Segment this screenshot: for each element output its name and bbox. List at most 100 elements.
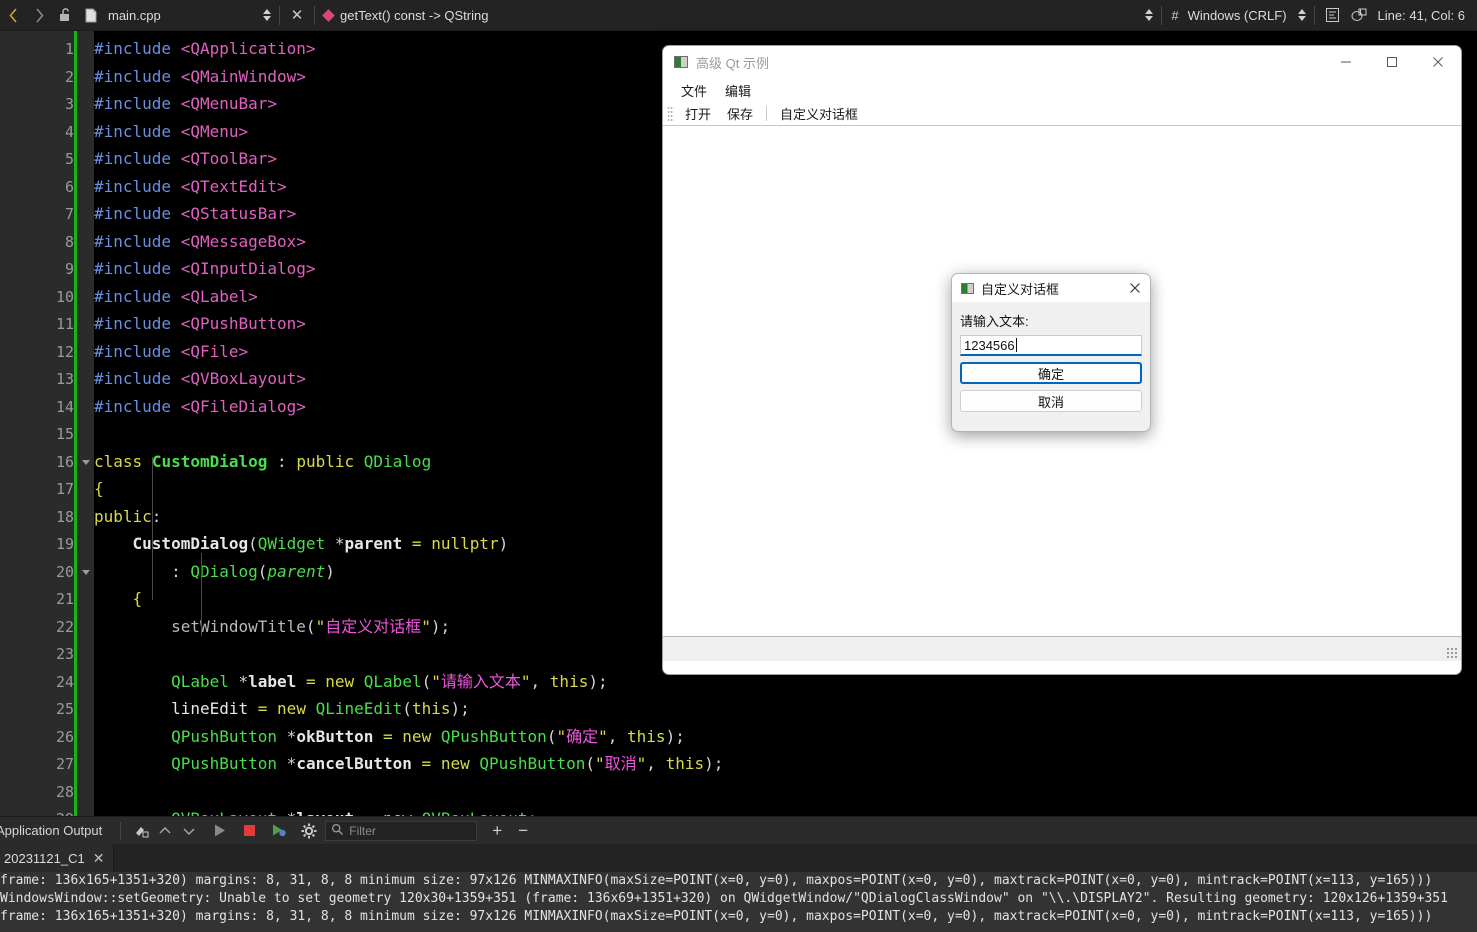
dialog-ok-button[interactable]: 确定 [960,362,1142,384]
divider [766,106,768,121]
toolbar-drag-handle[interactable] [667,105,674,122]
unlocked-padlock-icon[interactable] [52,0,78,31]
symbol-dropdown-spinner[interactable] [1142,9,1156,21]
qt-statusbar [663,636,1461,661]
dialog-title: 自定义对话框 [981,281,1060,297]
code-line: : QDialog(parent) [171,561,335,581]
code-line: setWindowTitle("自定义对话框"); [171,616,451,636]
encoding-hash-icon: # [1171,7,1179,23]
run-debug-icon[interactable] [267,817,291,845]
line-number: 19 [55,535,74,553]
line-number: 7 [64,205,74,223]
line-number: 23 [55,645,74,663]
run-icon[interactable] [207,817,231,845]
back-icon[interactable] [0,0,26,31]
dialog-text-input[interactable]: 1234566 [960,335,1142,356]
line-number: 25 [55,700,74,718]
close-icon[interactable] [1415,46,1461,78]
line-number: 20 [55,562,74,581]
ide-toolbar: main.cpp ✕ getText() const -> QString # … [0,0,1477,31]
qt-menu-edit[interactable]: 编辑 [716,79,760,102]
close-icon[interactable] [1120,274,1150,302]
dialog-body: 请输入文本: 1234566 确定 取消 [952,302,1150,412]
code-line: #include <QInputDialog> [94,259,316,278]
forward-icon[interactable] [26,0,52,31]
qt-window-titlebar[interactable]: 高级 Qt 示例 [663,46,1461,78]
resize-grip-icon[interactable] [1446,647,1458,659]
qt-menu-file[interactable]: 文件 [672,79,716,102]
filter-input[interactable]: Filter [325,820,478,841]
code-line: #include <QLabel> [94,286,258,306]
qt-app-icon [674,56,688,68]
line-number: 13 [55,370,74,388]
code-line: { [132,589,143,608]
minimize-icon[interactable] [1323,46,1369,78]
prev-item-icon[interactable] [153,817,177,845]
method-diamond-icon [322,8,335,22]
code-line: #include <QToolBar> [94,149,278,168]
line-number: 8 [64,232,74,251]
file-icon [82,0,100,31]
dialog-titlebar[interactable]: 自定义对话框 [952,274,1150,302]
line-number-gutter: 1 2 3 4 5 6 7 8 9 10 11 12 13 14 15 16 17 18 19 20 21 22 23 24 2… [0,31,74,816]
close-file-button[interactable]: ✕ [285,0,309,31]
code-line: QLabel *label = new QLabel("请输入文本", this… [171,671,608,691]
code-folding-column[interactable] [77,31,94,816]
qt-toolbar-save[interactable]: 保存 [719,103,761,124]
symbol-selector[interactable]: getText() const -> QString [320,8,488,23]
custom-dialog[interactable]: 自定义对话框 请输入文本: 1234566 确定 取消 [951,273,1151,432]
add-filter-button[interactable]: + [487,817,507,845]
line-number: 1 [64,40,74,58]
fold-toggle-icon[interactable] [82,459,90,465]
code-line: lineEdit = new QLineEdit(this); [171,699,470,718]
file-selector[interactable]: main.cpp [78,0,274,31]
code-line: #include <QFile> [94,341,249,361]
output-tab[interactable]: 20231121_C1 ✕ [0,844,115,872]
divider [1313,5,1315,25]
line-number: 6 [64,177,74,196]
code-line: #include <QApplication> [94,39,316,58]
line-number: 10 [55,287,74,306]
dialog-cancel-button[interactable]: 取消 [960,390,1142,412]
next-item-icon[interactable] [177,817,201,845]
layout-icon[interactable] [1346,0,1372,31]
qt-toolbar-custom-dialog[interactable]: 自定义对话框 [772,103,866,124]
close-icon[interactable]: ✕ [93,850,105,867]
console-output[interactable]: frame: 136x165+1351+320) margins: 8, 31,… [0,872,1477,932]
code-line: QPushButton *okButton = new QPushButton(… [171,726,685,746]
text-cursor [1015,338,1017,352]
filter-placeholder: Filter [349,823,376,838]
qt-toolbar-open[interactable]: 打开 [677,103,719,124]
line-number: 18 [55,507,74,526]
code-line: CustomDialog(QWidget *parent = nullptr) [132,534,509,553]
code-line: #include <QMenu> [94,121,249,141]
line-number: 16 [55,452,74,471]
split-view-icon[interactable] [1320,0,1346,31]
line-number: 11 [55,315,74,333]
qt-window-controls [1323,46,1461,78]
application-output-toolbar: Application Output Filter + − [0,816,1477,844]
line-number: 26 [55,727,74,746]
stop-icon[interactable] [237,817,261,845]
settings-gear-icon[interactable] [297,817,321,845]
search-icon [331,823,344,839]
console-line: WindowsWindow::setGeometry: Unable to se… [0,891,1448,906]
dialog-prompt-label: 请输入文本: [960,314,1029,329]
encoding-label[interactable]: Windows (CRLF) [1188,8,1295,23]
remove-filter-button[interactable]: − [513,817,533,845]
line-number: 27 [55,755,74,773]
file-dropdown-spinner[interactable] [260,9,274,21]
maximize-icon[interactable] [1369,46,1415,78]
line-col-indicator[interactable]: Line: 41, Col: 6 [1372,8,1477,23]
encoding-dropdown-spinner[interactable] [1295,9,1309,21]
line-number: 21 [55,590,74,608]
code-line: #include <QStatusBar> [94,204,297,223]
fold-toggle-icon[interactable] [82,569,90,575]
output-pane-title: Application Output [0,823,103,838]
indent-guide [201,553,202,636]
wrap-lines-icon[interactable] [129,817,153,845]
line-number: 14 [55,397,74,416]
